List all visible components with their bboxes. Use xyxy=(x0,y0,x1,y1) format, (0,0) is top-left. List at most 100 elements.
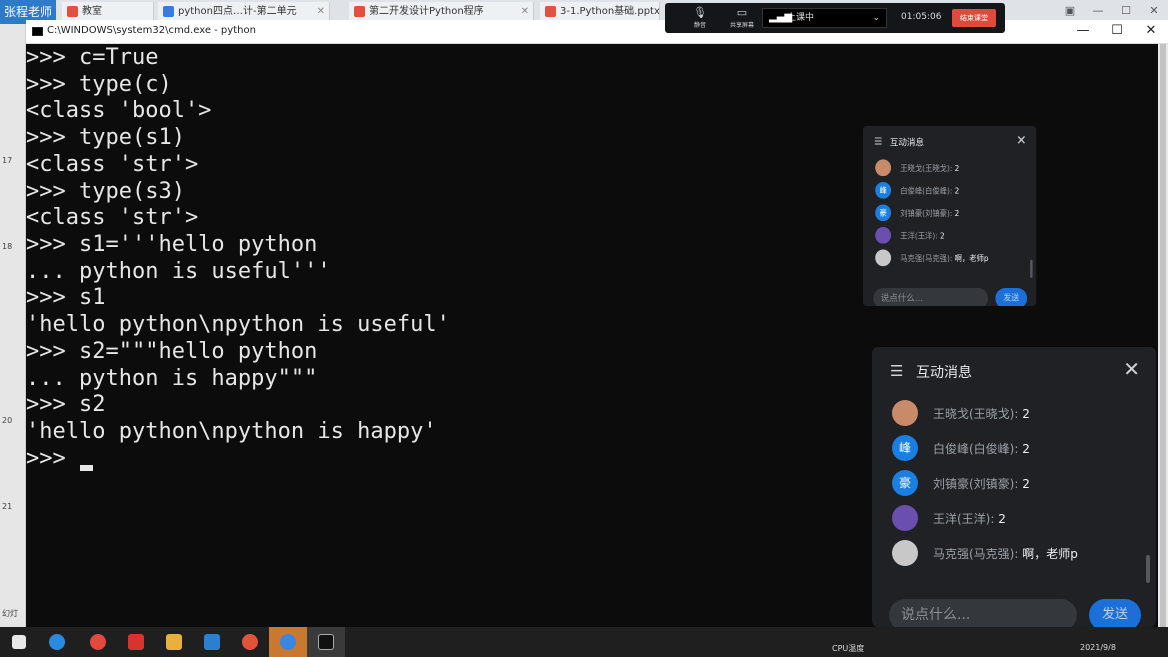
screen-share-icon: ▭ xyxy=(736,6,748,19)
taskbar-chrome[interactable] xyxy=(79,627,117,657)
console-line: >>> type(s1) xyxy=(26,125,185,150)
tab-pptx[interactable]: 3-1.Python基础.pptx xyxy=(540,2,660,22)
minimize-button[interactable]: — xyxy=(1066,20,1100,44)
message-text: 2 xyxy=(954,208,960,218)
console-line: 'hello python\npython is happy' xyxy=(26,419,437,444)
close-icon[interactable]: ✕ xyxy=(317,2,325,22)
message-text: 2 xyxy=(1022,477,1030,491)
taskbar-ie[interactable] xyxy=(38,627,76,657)
tab-app-icon xyxy=(67,6,78,17)
classroom-app-icon xyxy=(280,634,296,650)
chat-message: 王晓戈(王晓戈): 2 xyxy=(875,159,1021,177)
scrollbar-thumb[interactable] xyxy=(1160,44,1166,627)
message-line: 白俊峰(白俊峰): 2 xyxy=(933,440,1030,457)
chat-message: 豪 刘镇豪(刘镇豪): 2 xyxy=(875,204,1021,222)
maximize-button[interactable]: ☐ xyxy=(1100,20,1134,44)
slide-number: 18 xyxy=(2,242,13,251)
tab-label: 3-1.Python基础.pptx xyxy=(560,6,660,17)
chevron-down-icon: ⌄ xyxy=(872,13,880,23)
avatar xyxy=(892,540,918,566)
tab-app-icon xyxy=(354,6,365,17)
console-line: ... python is happy""" xyxy=(26,366,318,391)
chat-scrollbar[interactable] xyxy=(1030,259,1033,278)
close-icon[interactable]: ✕ xyxy=(521,2,529,22)
console-line: >>> type(s3) xyxy=(26,179,185,204)
chat-message: 峰 白俊峰(白俊峰): 2 xyxy=(892,435,1132,461)
sender-name: 王洋(王洋): xyxy=(933,512,995,526)
chat-message: 王晓戈(王晓戈): 2 xyxy=(892,400,1132,426)
send-button[interactable]: 发送 xyxy=(995,288,1028,307)
sender-name: 刘镇豪(刘镇豪): xyxy=(933,477,1019,491)
recorder-icon xyxy=(242,634,258,650)
tab-app-icon xyxy=(545,6,556,17)
class-mode-select[interactable]: ▂▄▆ 上课中 ⌄ xyxy=(762,8,887,28)
message-line: 王晓戈(王晓戈): 2 xyxy=(933,405,1030,422)
console-scrollbar[interactable] xyxy=(1158,44,1168,627)
close-icon[interactable]: ✕ xyxy=(1123,359,1140,379)
tab-label: 第二开发设计Python程序 xyxy=(369,6,484,17)
tab-app-icon xyxy=(163,6,174,17)
slide-number: 21 xyxy=(2,502,13,511)
send-button[interactable]: 发送 xyxy=(1089,599,1141,627)
chat-panel-preview: ☰ 互动消息 ✕ 王晓戈(王晓戈): 2 峰 白俊峰(白俊峰): 2 豪 刘镇豪… xyxy=(863,126,1037,307)
chrome-icon xyxy=(90,634,106,650)
taskbar-explorer[interactable] xyxy=(155,627,193,657)
menu-icon[interactable]: ☰ xyxy=(874,136,882,148)
wps-icon xyxy=(128,634,144,650)
avatar xyxy=(875,226,892,244)
cmd-window-controls: — ☐ ✕ xyxy=(1066,20,1168,44)
vscode-icon xyxy=(204,634,220,650)
avatar: 峰 xyxy=(892,435,918,461)
tab-python-lesson[interactable]: 第二开发设计Python程序 ✕ xyxy=(349,2,534,22)
tab-course-doc[interactable]: python四点…计-第二单元 ✕ xyxy=(158,2,330,22)
chat-input[interactable]: 说点什么... xyxy=(889,599,1077,627)
message-text: 啊，老师p xyxy=(1022,547,1078,561)
chat-input[interactable]: 说点什么... xyxy=(873,288,989,307)
sender-name: 王洋(王洋): xyxy=(900,231,938,241)
chat-header: ☰ 互动消息 ✕ xyxy=(872,347,1156,395)
console-line: >>> type(c) xyxy=(26,72,172,97)
avatar xyxy=(875,249,892,267)
chat-message: 马克强(马克强): 啊，老师p xyxy=(892,540,1132,566)
taskbar-cmd[interactable] xyxy=(307,627,345,657)
avatar xyxy=(892,400,918,426)
end-class-button[interactable]: 结束课堂 xyxy=(952,9,996,27)
chat-title: 互动消息 xyxy=(916,365,972,381)
cmd-window-title: C:\WINDOWS\system32\cmd.exe - python xyxy=(47,25,256,36)
share-screen-button[interactable]: ▭ 共享屏幕 xyxy=(727,6,757,30)
chat-header: ☰ 互动消息 ✕ xyxy=(863,126,1036,157)
meeting-control-bar: 🎙 静音 ▭ 共享屏幕 ▂▄▆ 上课中 ⌄ 01:05:06 结束课堂 xyxy=(665,3,1005,33)
console-line: >>> s2 xyxy=(26,392,106,417)
message-text: 2 xyxy=(954,163,960,173)
chat-scrollbar[interactable] xyxy=(1146,555,1150,583)
powerpoint-slide-strip: 17 18 20 21 幻灯 xyxy=(0,24,26,627)
start-button[interactable] xyxy=(0,627,38,657)
slide-number: 20 xyxy=(2,416,13,425)
console-line: <class 'str'> xyxy=(26,205,199,230)
taskbar-vscode[interactable] xyxy=(193,627,231,657)
terminal-icon xyxy=(32,27,43,36)
class-timer: 01:05:06 xyxy=(901,12,942,22)
cpu-temp-label: CPU温度 xyxy=(832,644,865,653)
internet-explorer-icon xyxy=(49,634,65,650)
message-text: 2 xyxy=(940,231,945,241)
avatar xyxy=(892,505,918,531)
console-line: >>> s1 xyxy=(26,285,106,310)
taskbar-classroom[interactable] xyxy=(269,627,307,657)
message-line: 白俊峰(白俊峰): 2 xyxy=(900,185,959,196)
tab-classroom[interactable]: 教室 xyxy=(62,2,154,22)
chat-message: 王洋(王洋): 2 xyxy=(875,226,1021,244)
taskbar-recorder[interactable] xyxy=(231,627,269,657)
chat-message: 王洋(王洋): 2 xyxy=(892,505,1132,531)
console-line: >>> s2="""hello python xyxy=(26,339,318,364)
close-icon[interactable]: ✕ xyxy=(1016,134,1026,147)
taskbar-wps[interactable] xyxy=(117,627,155,657)
message-line: 刘镇豪(刘镇豪): 2 xyxy=(900,208,959,219)
console-line: <class 'str'> xyxy=(26,152,199,177)
mute-label: 静音 xyxy=(693,22,706,29)
console-line: ... python is useful''' xyxy=(26,259,331,284)
close-button[interactable]: ✕ xyxy=(1134,20,1168,44)
menu-icon[interactable]: ☰ xyxy=(890,362,903,380)
message-text: 2 xyxy=(1022,442,1030,456)
mute-button[interactable]: 🎙 静音 xyxy=(685,6,715,30)
